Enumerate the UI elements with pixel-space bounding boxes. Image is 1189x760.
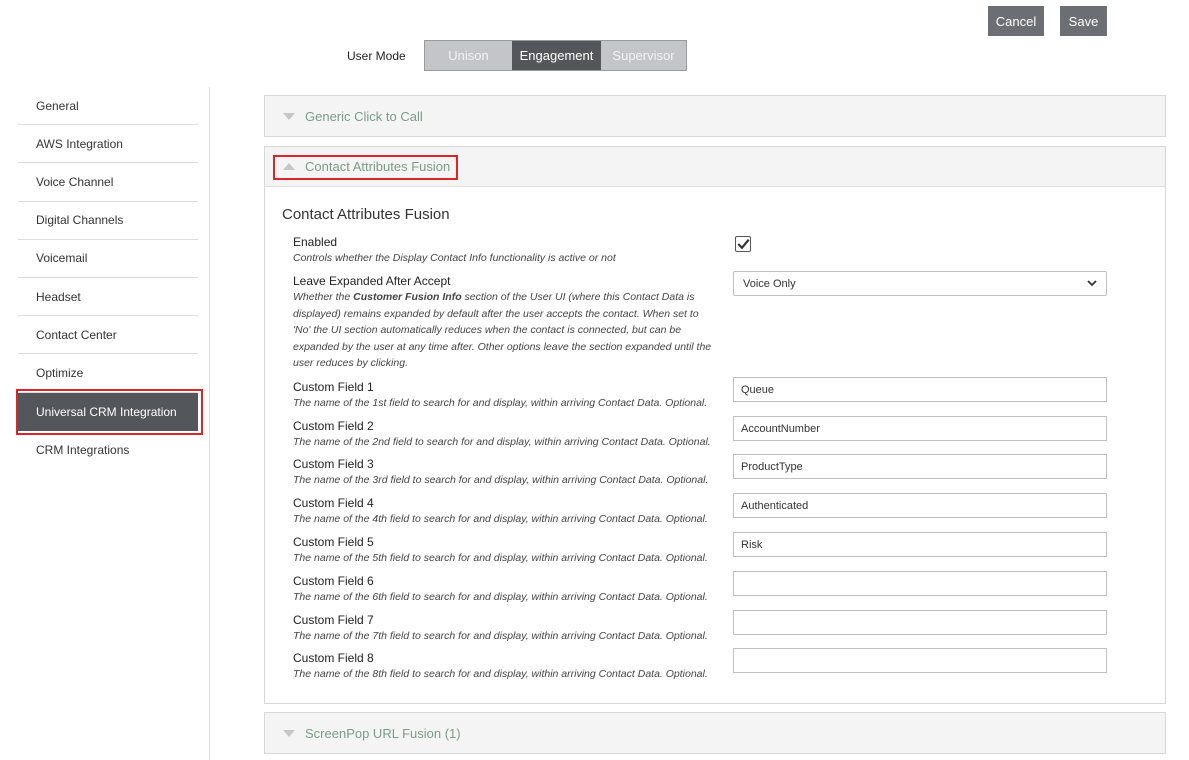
user-mode-label: User Mode [347,49,406,63]
custom-field-description: The name of the 7th field to search for … [293,630,708,642]
custom-field-8-input[interactable] [733,648,1107,673]
user-mode-toggle: Unison Engagement Supervisor [424,40,687,71]
panel-title: Generic Click to Call [305,108,423,124]
custom-field-description: The name of the 3rd field to search for … [293,474,709,486]
sidebar-item-general[interactable]: General [18,87,198,126]
enabled-checkbox[interactable] [735,236,751,252]
enabled-description: Controls whether the Display Contact Inf… [293,252,616,264]
chevron-down-icon [1087,280,1097,287]
sidebar-item-contact-center[interactable]: Contact Center [18,316,198,355]
enabled-field: Enabled Controls whether the Display Con… [293,234,713,267]
leave-expanded-description: Whether the Customer Fusion Info section… [293,291,712,370]
custom-field-5: Custom Field 5 The name of the 5th field… [293,534,713,567]
mode-supervisor-button[interactable]: Supervisor [601,41,686,70]
custom-field-label: Custom Field 8 [293,651,374,665]
generic-click-to-call-panel: Generic Click to Call [264,95,1166,137]
custom-field-2-input[interactable]: AccountNumber [733,416,1107,441]
section-title: Contact Attributes Fusion [282,206,450,223]
sidebar-item-voicemail[interactable]: Voicemail [18,240,198,278]
custom-field-6: Custom Field 6 The name of the 6th field… [293,573,713,606]
custom-field-description: The name of the 6th field to search for … [293,591,708,603]
enabled-label: Enabled [293,235,338,249]
custom-field-description: The name of the 2nd field to search for … [293,436,711,448]
generic-click-to-call-header[interactable]: Generic Click to Call [265,96,1165,136]
sidebar-item-crm-integrations[interactable]: CRM Integrations [18,431,198,469]
panel-title: Contact Attributes Fusion [305,159,451,174]
collapse-arrow-icon [283,163,295,170]
custom-field-description: The name of the 1st field to search for … [293,397,708,409]
custom-field-7-input[interactable] [733,610,1107,635]
sidebar-item-headset[interactable]: Headset [18,278,198,317]
leave-expanded-label: Leave Expanded After Accept [293,274,451,288]
mode-unison-button[interactable]: Unison [425,41,512,70]
sidebar-item-aws-integration[interactable]: AWS Integration [18,125,198,164]
custom-field-label: Custom Field 6 [293,574,374,588]
select-value: Voice Only [743,277,796,290]
sidebar-nav: General AWS Integration Voice Channel Di… [18,87,198,469]
contact-attributes-fusion-header[interactable]: Contact Attributes Fusion [265,147,1165,187]
custom-field-5-input[interactable]: Risk [733,532,1107,557]
custom-field-label: Custom Field 4 [293,496,374,510]
custom-field-4-input[interactable]: Authenticated [733,493,1107,518]
mode-engagement-button[interactable]: Engagement [512,41,601,70]
expand-arrow-icon [283,729,295,737]
custom-field-1: Custom Field 1 The name of the 1st field… [293,379,713,412]
leave-expanded-field: Leave Expanded After Accept Whether the … [293,273,713,372]
custom-field-3-input[interactable]: ProductType [733,454,1107,479]
cancel-button[interactable]: Cancel [988,6,1044,36]
custom-field-4: Custom Field 4 The name of the 4th field… [293,495,713,528]
custom-field-2: Custom Field 2 The name of the 2nd field… [293,418,713,451]
custom-field-6-input[interactable] [733,571,1107,596]
expand-arrow-icon [283,112,295,120]
custom-field-description: The name of the 4th field to search for … [293,513,708,525]
custom-field-3: Custom Field 3 The name of the 3rd field… [293,456,713,489]
custom-field-label: Custom Field 7 [293,613,374,627]
custom-field-label: Custom Field 5 [293,535,374,549]
save-button[interactable]: Save [1060,6,1107,36]
leave-expanded-select[interactable]: Voice Only [733,271,1107,296]
custom-field-7: Custom Field 7 The name of the 7th field… [293,612,713,645]
screenpop-url-fusion-header[interactable]: ScreenPop URL Fusion (1) [265,713,1165,753]
custom-field-label: Custom Field 3 [293,457,374,471]
custom-field-label: Custom Field 1 [293,380,374,394]
panel-title: ScreenPop URL Fusion (1) [305,725,461,741]
sidebar-divider [209,87,210,760]
sidebar-item-optimize[interactable]: Optimize [18,354,198,393]
contact-attributes-fusion-panel: Contact Attributes Fusion Contact Attrib… [264,146,1166,704]
sidebar-item-voice-channel[interactable]: Voice Channel [18,163,198,202]
custom-field-description: The name of the 8th field to search for … [293,668,708,680]
sidebar-item-digital-channels[interactable]: Digital Channels [18,202,198,240]
checkmark-icon [737,238,750,250]
custom-field-1-input[interactable]: Queue [733,377,1107,402]
custom-field-8: Custom Field 8 The name of the 8th field… [293,650,713,683]
custom-field-description: The name of the 5th field to search for … [293,552,708,564]
custom-field-label: Custom Field 2 [293,419,374,433]
screenpop-url-fusion-panel: ScreenPop URL Fusion (1) [264,712,1166,754]
sidebar-item-universal-crm-integration[interactable]: Universal CRM Integration [18,392,198,431]
